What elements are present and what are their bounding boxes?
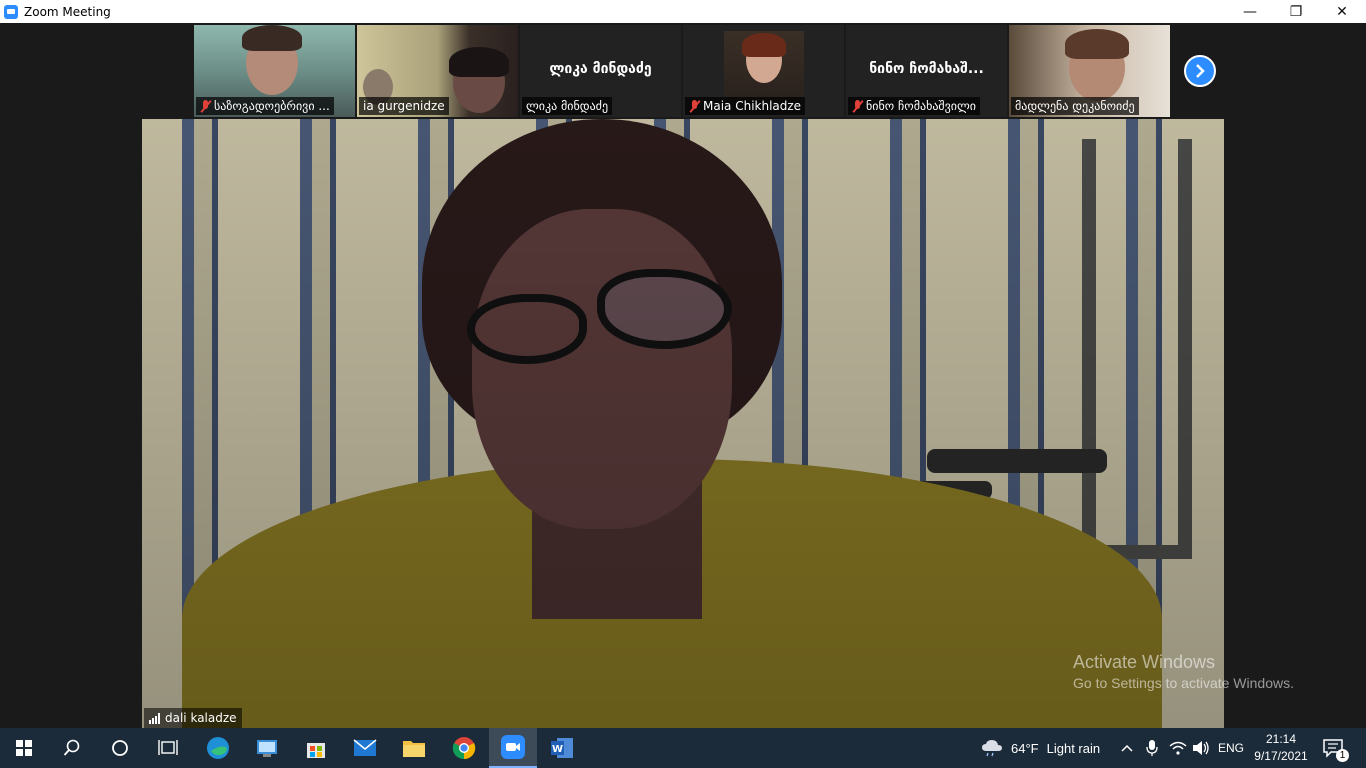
participant-nameplate: მადლენა დეკანოიძე	[1011, 97, 1139, 115]
participant-nameplate: ლიკა მინდაძე	[522, 97, 613, 115]
zoom-app-icon	[4, 4, 18, 19]
participant-hair	[449, 47, 509, 77]
edge-icon	[207, 737, 229, 759]
participant-nameplate: ნინო ჩომახაშვილი	[848, 97, 980, 115]
mic-muted-icon	[852, 99, 863, 113]
input-language-indicator[interactable]: ENG	[1218, 728, 1244, 768]
minimize-button[interactable]: —	[1227, 0, 1273, 23]
zoom-icon	[501, 735, 525, 759]
taskbar-app-word[interactable]: W	[538, 728, 586, 768]
participant-hair	[242, 25, 302, 51]
weather-description: Light rain	[1046, 740, 1101, 756]
participant-tile[interactable]: Maia Chikhladze	[683, 25, 844, 117]
show-hidden-icons-button[interactable]	[1120, 728, 1134, 768]
mail-envelope-icon	[353, 739, 377, 756]
participant-name: Maia Chikhladze	[703, 99, 802, 113]
meeting-area: საზოგადოებრივი ... ia gurgenidze ლიკა მი…	[0, 23, 1366, 728]
participant-name: მადლენა დეკანოიძე	[1015, 99, 1135, 113]
microphone-icon	[1146, 740, 1158, 756]
participant-name: ლიკა მინდაძე	[526, 99, 609, 113]
participant-nameplate: Maia Chikhladze	[685, 97, 806, 115]
participant-display-name: ნინო ჩომახაშ...	[869, 61, 984, 77]
clock-time: 21:14	[1265, 732, 1297, 746]
search-button[interactable]	[48, 728, 96, 768]
chevron-up-icon	[1121, 744, 1133, 752]
taskbar-app-edge[interactable]	[194, 728, 242, 768]
watermark-title: Activate Windows	[1073, 652, 1216, 672]
weather-temperature: 64°F	[1011, 740, 1039, 756]
participant-nameplate: ia gurgenidze	[359, 97, 449, 115]
taskbar-app-chrome[interactable]	[440, 728, 488, 768]
store-bag-icon	[307, 743, 325, 758]
taskbar-app-store[interactable]	[292, 728, 340, 768]
title-bar: Zoom Meeting — ❐ ✕	[0, 0, 1366, 23]
folder-icon	[403, 741, 425, 757]
task-view-icon	[158, 740, 178, 755]
participant-name: ნინო ჩომახაშვილი	[866, 99, 976, 113]
active-speaker-name: dali kaladze	[165, 711, 237, 725]
restore-button[interactable]: ❐	[1273, 0, 1319, 23]
microphone-tray-button[interactable]	[1146, 728, 1158, 768]
taskbar-app-mail[interactable]	[341, 728, 389, 768]
chevron-right-icon	[1196, 64, 1205, 78]
clock-date: 9/17/2021	[1254, 749, 1308, 763]
notification-count-badge: 1	[1336, 748, 1349, 762]
action-center-button[interactable]: 1	[1322, 728, 1357, 768]
mic-muted-icon	[200, 99, 211, 113]
participant-photo	[724, 31, 804, 99]
word-icon: W	[551, 738, 573, 758]
control-panel-icon	[257, 740, 277, 757]
windows-taskbar: W 64°F Light rain ENG 21:14 9/17/2021 1	[0, 728, 1366, 768]
watermark-subtitle: Go to Settings to activate Windows.	[1073, 675, 1294, 691]
participant-tile[interactable]: მადლენა დეკანოიძე	[1009, 25, 1170, 117]
taskbar-app-control-panel[interactable]	[243, 728, 291, 768]
participant-name: საზოგადოებრივი ...	[214, 99, 330, 113]
svg-text:W: W	[552, 744, 563, 755]
window-title: Zoom Meeting	[24, 4, 111, 19]
cloud-rain-icon	[982, 740, 1002, 757]
signal-bars-icon	[149, 712, 160, 724]
activate-windows-watermark: Activate Windows Go to Settings to activ…	[1073, 652, 1294, 691]
search-icon	[63, 739, 80, 756]
participant-tile[interactable]: ლიკა მინდაძე ლიკა მინდაძე	[520, 25, 681, 117]
taskbar-clock[interactable]: 21:14 9/17/2021	[1248, 731, 1314, 765]
participant-hair	[1065, 29, 1129, 59]
close-button[interactable]: ✕	[1319, 0, 1365, 23]
network-tray-button[interactable]	[1169, 728, 1187, 768]
cortana-button[interactable]	[96, 728, 144, 768]
next-page-button[interactable]	[1184, 55, 1216, 87]
participant-display-name: ლიკა მინდაძე	[549, 61, 652, 77]
participant-tile[interactable]: ნინო ჩომახაშ... ნინო ჩომახაშვილი	[846, 25, 1007, 117]
taskbar-app-zoom[interactable]	[489, 728, 537, 768]
volume-tray-button[interactable]	[1192, 728, 1210, 768]
task-view-button[interactable]	[144, 728, 192, 768]
windows-logo-icon	[16, 740, 32, 756]
taskbar-app-file-explorer[interactable]	[390, 728, 438, 768]
chrome-icon	[452, 737, 476, 760]
active-speaker-video[interactable]: dali kaladze	[142, 119, 1224, 728]
participant-name: ia gurgenidze	[363, 99, 445, 113]
speaker-volume-icon	[1193, 741, 1209, 755]
wifi-icon	[1169, 741, 1187, 755]
active-speaker-nameplate: dali kaladze	[144, 708, 242, 728]
participant-tile[interactable]: საზოგადოებრივი ...	[194, 25, 355, 117]
start-button[interactable]	[0, 728, 48, 768]
cortana-circle-icon	[112, 740, 128, 756]
weather-widget[interactable]: 64°F Light rain	[981, 728, 1100, 768]
mic-muted-icon	[689, 99, 700, 113]
participant-nameplate: საზოგადოებრივი ...	[196, 97, 334, 115]
participant-tile[interactable]: ia gurgenidze	[357, 25, 518, 117]
